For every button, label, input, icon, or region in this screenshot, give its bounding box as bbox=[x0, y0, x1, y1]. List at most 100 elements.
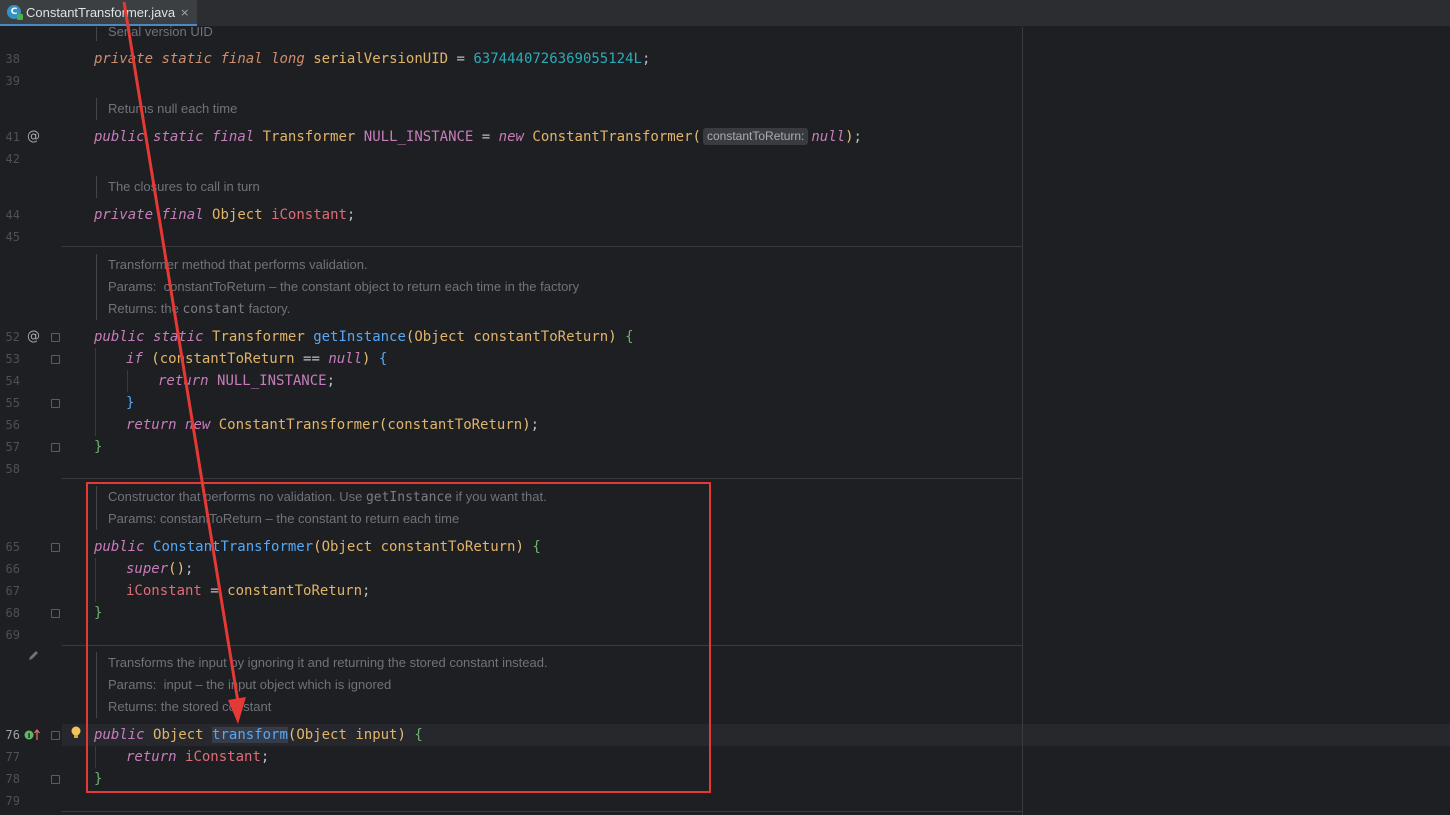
method-separator bbox=[62, 246, 1022, 247]
keyword: static bbox=[153, 329, 204, 345]
code-line[interactable]: } bbox=[126, 392, 134, 414]
doc-comment-bar bbox=[96, 176, 97, 198]
code-line[interactable]: if (constantToReturn == null) { bbox=[126, 348, 387, 370]
java-class-icon: C bbox=[7, 5, 23, 20]
type-name: ConstantTransformer bbox=[532, 129, 693, 145]
line-number: 77 bbox=[5, 750, 20, 764]
fold-toggle-icon[interactable] bbox=[51, 443, 60, 452]
code-line[interactable]: super(); bbox=[126, 558, 193, 580]
doc-comment: The closures to call in turn bbox=[108, 179, 260, 194]
doc-comment-bar bbox=[96, 486, 97, 530]
method-separator bbox=[62, 811, 1022, 812]
doc-comment: Constructor that performs no validation.… bbox=[108, 486, 547, 508]
override-at-icon[interactable]: @ bbox=[27, 326, 40, 348]
fold-toggle-icon[interactable] bbox=[51, 355, 60, 364]
line-number: 41 bbox=[5, 130, 20, 144]
gutter[interactable]: 38 39 41 42 44 45 52 53 54 55 56 57 58 6… bbox=[0, 27, 62, 815]
doc-text: factory. bbox=[245, 301, 291, 316]
line-number: 38 bbox=[5, 52, 20, 66]
line-number: 44 bbox=[5, 208, 20, 222]
code-line[interactable]: return NULL_INSTANCE; bbox=[158, 370, 335, 392]
doc-comment: Params: input – the input object which i… bbox=[108, 677, 392, 692]
fold-toggle-icon[interactable] bbox=[51, 543, 60, 552]
keyword: static bbox=[153, 129, 204, 145]
field-name: iConstant bbox=[185, 749, 261, 765]
indent-guide bbox=[127, 370, 128, 392]
method-separator bbox=[62, 478, 1022, 479]
line-number: 79 bbox=[5, 794, 20, 808]
fold-toggle-icon[interactable] bbox=[51, 775, 60, 784]
code-line[interactable]: } bbox=[94, 602, 102, 624]
parameter-name: constantToReturn bbox=[387, 417, 523, 433]
doc-comment: Transforms the input by ignoring it and … bbox=[108, 655, 548, 670]
code-line[interactable]: private static final long serialVersionU… bbox=[94, 48, 650, 70]
fold-toggle-icon[interactable] bbox=[51, 731, 60, 740]
method-separator bbox=[62, 645, 1022, 646]
doc-comment: Returns: the stored constant bbox=[108, 699, 272, 714]
code-editor[interactable]: 38 39 41 42 44 45 52 53 54 55 56 57 58 6… bbox=[0, 24, 1450, 815]
line-number: 68 bbox=[5, 606, 20, 620]
keyword: final bbox=[212, 129, 255, 145]
line-number: 69 bbox=[5, 628, 20, 642]
keyword: final bbox=[161, 207, 204, 223]
implements-method-icon[interactable]: I bbox=[24, 728, 40, 742]
code-line[interactable]: public Object transform(Object input) { bbox=[94, 724, 423, 746]
keyword: public bbox=[94, 329, 145, 345]
line-number: 54 bbox=[5, 374, 20, 388]
keyword: public bbox=[94, 129, 145, 145]
field-name: serialVersionUID bbox=[313, 51, 449, 67]
fold-toggle-icon[interactable] bbox=[51, 399, 60, 408]
svg-text:I: I bbox=[28, 732, 31, 740]
type-name: Object bbox=[296, 727, 347, 743]
doc-comment: Params: constantToReturn – the constant … bbox=[108, 511, 460, 526]
keyword: public bbox=[94, 727, 145, 743]
type-name: Object bbox=[414, 329, 465, 345]
code-line[interactable]: iConstant = constantToReturn; bbox=[126, 580, 370, 602]
line-number: 45 bbox=[5, 230, 20, 244]
editor-tab-bar: C ConstantTransformer.java × bbox=[0, 0, 1450, 27]
parameter-name: constantToReturn bbox=[380, 539, 516, 555]
keyword: final bbox=[220, 51, 263, 67]
keyword: private bbox=[94, 51, 154, 67]
method-name: transform bbox=[212, 727, 288, 743]
number-literal: 6374440726369055124L bbox=[473, 51, 642, 67]
close-icon[interactable]: × bbox=[180, 6, 189, 19]
code-line[interactable]: } bbox=[94, 768, 102, 790]
code-line[interactable]: } bbox=[94, 436, 102, 458]
line-number: 42 bbox=[5, 152, 20, 166]
line-number: 78 bbox=[5, 772, 20, 786]
pencil-icon[interactable] bbox=[28, 649, 40, 661]
indent-guide bbox=[95, 558, 96, 602]
doc-comment: Serial version UID bbox=[108, 24, 213, 39]
line-number: 58 bbox=[5, 462, 20, 476]
code-line[interactable]: return new ConstantTransformer(constantT… bbox=[126, 414, 539, 436]
code-line[interactable]: return iConstant; bbox=[126, 746, 269, 768]
doc-comment: Transformer method that performs validat… bbox=[108, 257, 368, 272]
code-line[interactable]: private final Object iConstant; bbox=[94, 204, 355, 226]
doc-comment-bar bbox=[96, 98, 97, 120]
code-line[interactable]: public static final Transformer NULL_INS… bbox=[94, 126, 862, 148]
doc-comment-bar bbox=[96, 254, 97, 320]
code-line[interactable]: public ConstantTransformer(Object consta… bbox=[94, 536, 541, 558]
doc-text: Constructor that performs no validation.… bbox=[108, 489, 366, 504]
line-number: 66 bbox=[5, 562, 20, 576]
line-number: 67 bbox=[5, 584, 20, 598]
line-number: 65 bbox=[5, 540, 20, 554]
keyword: return bbox=[158, 373, 209, 389]
keyword: null bbox=[811, 129, 846, 145]
override-at-icon[interactable]: @ bbox=[27, 126, 40, 148]
type-name: Object bbox=[321, 539, 373, 555]
fold-toggle-icon[interactable] bbox=[51, 609, 60, 618]
doc-text: if you want that. bbox=[452, 489, 547, 504]
fold-toggle-icon[interactable] bbox=[51, 333, 60, 342]
lightbulb-icon[interactable] bbox=[70, 726, 82, 740]
doc-code-link[interactable]: getInstance bbox=[366, 490, 452, 505]
line-number: 39 bbox=[5, 74, 20, 88]
constant-name: NULL_INSTANCE bbox=[217, 373, 327, 389]
method-name: ConstantTransformer bbox=[153, 539, 314, 555]
line-number: 56 bbox=[5, 418, 20, 432]
doc-comment: Returns: the constant factory. bbox=[108, 298, 290, 320]
keyword: static bbox=[161, 51, 213, 67]
code-line[interactable]: public static Transformer getInstance(Ob… bbox=[94, 326, 634, 348]
keyword: new bbox=[185, 417, 211, 433]
